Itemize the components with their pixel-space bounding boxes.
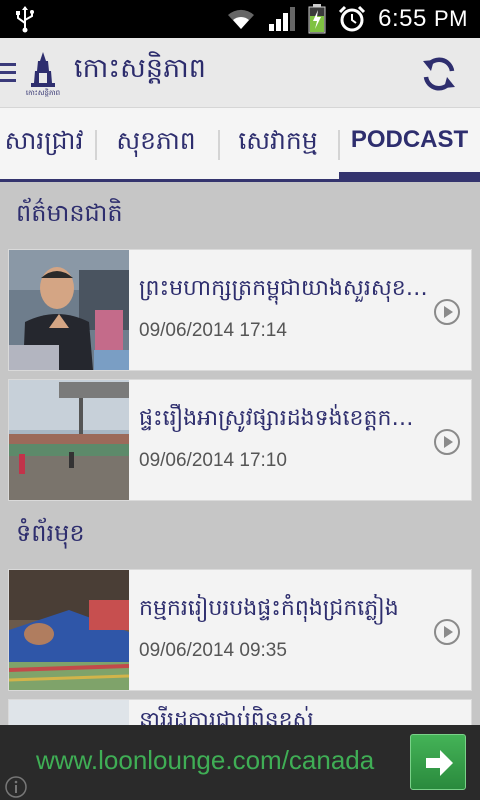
tab-divider (95, 130, 97, 160)
ad-go-button[interactable] (410, 734, 466, 790)
play-icon[interactable] (433, 298, 461, 326)
news-headline: នារីរដ្ឋការជាប់ពិន្ទុខ្ពស់ (139, 708, 314, 725)
news-headline: កម្មកររៀបរបងផ្ទះកំពុងជ្រកភ្លៀង (139, 596, 399, 621)
news-date: 09/06/2014 17:14 (139, 320, 287, 341)
list-item[interactable]: នារីរដ្ឋការជាប់ពិន្ទុខ្ពស់ (8, 699, 472, 725)
wifi-icon (228, 9, 255, 29)
logo-caption: កោះសន្តិភាព (26, 88, 60, 97)
status-bar: 6:55 PM (0, 0, 480, 38)
content-list[interactable]: ព័ត៌មានជាតិ ព្រះមហាក្សត្រកម្ពុជាយាងសួរសុ… (0, 182, 480, 725)
news-headline: ព្រះមហាក្សត្រកម្ពុជាយាងសួរសុខទុក្ខ (139, 276, 431, 301)
menu-icon[interactable] (0, 63, 16, 83)
battery-charging-icon (308, 4, 326, 34)
play-icon[interactable] (433, 618, 461, 646)
ad-banner[interactable]: www.loonlounge.com/canada (0, 725, 480, 800)
section-title-front-page: ទំព័រមុខ (16, 519, 85, 547)
tab-podcast[interactable]: PODCAST (339, 108, 480, 179)
tab-services[interactable]: សេវាកម្ម (220, 108, 336, 179)
news-date: 09/06/2014 09:35 (139, 640, 287, 661)
tab-health[interactable]: សុខភាព (98, 108, 214, 179)
list-item[interactable]: កម្មកររៀបរបងផ្ទះកំពុងជ្រកភ្លៀង 09/06/201… (8, 569, 472, 691)
news-thumbnail (9, 570, 129, 690)
app-logo[interactable]: កោះសន្តិភាព (22, 51, 64, 97)
usb-icon (16, 6, 34, 33)
news-thumbnail (9, 380, 129, 500)
news-date: 09/06/2014 17:10 (139, 450, 287, 471)
news-thumbnail (9, 700, 129, 725)
section-title-national: ព័ត៌មានជាតិ (16, 199, 123, 227)
list-item[interactable]: ផ្ទះរឿងអាស្រូវផ្សារដងទង់ខេត្តកណ្ដាល 09/0… (8, 379, 472, 501)
alarm-icon (339, 5, 366, 32)
screen: 6:55 PM កោះសន្តិភាព កោះសន្តិភាព សារជ្រាវ… (0, 0, 480, 800)
clock: 6:55 PM (378, 5, 468, 32)
action-bar: កោះសន្តិភាព កោះសន្តិភាព (0, 38, 480, 108)
refresh-icon[interactable] (420, 55, 458, 93)
news-headline: ផ្ទះរឿងអាស្រូវផ្សារដងទង់ខេត្តកណ្ដាល (139, 406, 431, 431)
info-icon[interactable] (4, 775, 28, 799)
tab-articles[interactable]: សារជ្រាវ (0, 108, 92, 179)
ad-url[interactable]: www.loonlounge.com/canada (36, 745, 406, 776)
signal-icon (269, 7, 296, 31)
list-item[interactable]: ព្រះមហាក្សត្រកម្ពុជាយាងសួរសុខទុក្ខ 09/06… (8, 249, 472, 371)
category-tabs: សារជ្រាវ សុខភាព សេវាកម្ម PODCAST (0, 108, 480, 182)
arrow-right-icon (426, 750, 453, 776)
play-icon[interactable] (433, 428, 461, 456)
app-title: កោះសន្តិភាព (74, 53, 206, 84)
news-thumbnail (9, 250, 129, 370)
